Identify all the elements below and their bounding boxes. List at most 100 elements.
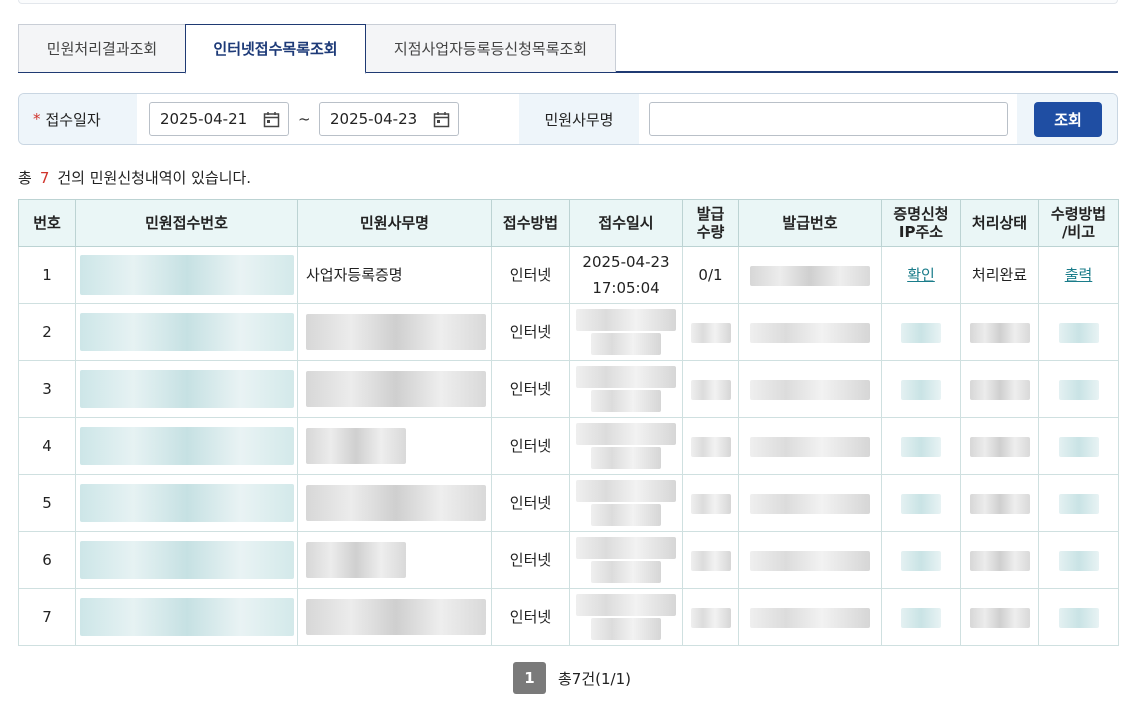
- cell-civil-name: [297, 417, 492, 475]
- cell-receipt-no: [75, 531, 298, 589]
- redacted-block: [969, 607, 1030, 628]
- redacted-block: [591, 390, 661, 412]
- redacted-block: [306, 485, 486, 521]
- table-row: 5 인터넷: [18, 474, 1119, 532]
- redacted-block: [576, 309, 676, 331]
- ip-confirm-link[interactable]: 확인: [907, 266, 935, 284]
- redacted-block: [576, 594, 676, 616]
- cell-receive: 출력: [1038, 246, 1119, 304]
- required-mark: *: [33, 110, 41, 128]
- col-header: 처리상태: [960, 199, 1039, 247]
- date-label-text: 접수일자: [45, 110, 101, 129]
- redacted-block: [901, 436, 941, 457]
- cell-ip: [881, 417, 961, 475]
- top-panel-edge: [18, 0, 1118, 4]
- redacted-block: [750, 265, 870, 286]
- redacted-block: [1058, 379, 1099, 400]
- civil-name-input[interactable]: [649, 102, 1008, 136]
- cell-receive: [1038, 531, 1119, 589]
- redacted-block: [79, 255, 294, 295]
- cell-time: 17:05:04: [592, 279, 660, 297]
- redacted-block: [1058, 550, 1099, 571]
- redacted-block: [79, 484, 294, 522]
- date-from-input[interactable]: 2025-04-21: [149, 102, 289, 136]
- calendar-icon[interactable]: [263, 111, 280, 128]
- cell-method: 인터넷: [491, 360, 570, 418]
- page-info: 총7건(1/1): [558, 669, 631, 688]
- redacted-block: [901, 607, 941, 628]
- cell-receive: [1038, 474, 1119, 532]
- col-header: 발급 수량: [682, 199, 739, 247]
- cell-civil-name: [297, 588, 492, 646]
- cell-qty: 0/1: [682, 246, 739, 304]
- redacted-block: [750, 322, 870, 343]
- redacted-block: [969, 493, 1030, 514]
- redacted-block: [79, 427, 294, 465]
- page-button-1[interactable]: 1: [513, 662, 546, 694]
- redacted-block: [79, 313, 294, 351]
- redacted-block: [750, 436, 870, 457]
- cell-issue-no: [738, 417, 882, 475]
- redacted-block: [969, 436, 1030, 457]
- cell-receipt-no: [75, 246, 298, 304]
- redacted-block: [690, 607, 731, 628]
- redacted-block: [306, 599, 486, 635]
- cell-no: 7: [18, 588, 76, 646]
- cell-status: [960, 474, 1039, 532]
- table-row: 2 인터넷: [18, 303, 1119, 361]
- cell-civil-name: [297, 474, 492, 532]
- summary-suffix: 건의 민원신청내역이 있습니다.: [57, 169, 252, 187]
- tab-internet-list[interactable]: 인터넷접수목록조회: [185, 24, 366, 74]
- header-datetime: 접수일시: [598, 214, 654, 232]
- cell-datetime: [569, 588, 683, 646]
- pagination: 1 총7건(1/1): [513, 662, 631, 694]
- date-from-value: 2025-04-21: [160, 110, 248, 128]
- header-no: 번호: [33, 214, 61, 232]
- date-range-separator: ~: [298, 110, 311, 128]
- cell-no: 6: [18, 531, 76, 589]
- redacted-block: [591, 618, 661, 640]
- cell-ip: [881, 474, 961, 532]
- cell-status: [960, 531, 1039, 589]
- tab-branch-registration[interactable]: 지점사업자등록등신청목록조회: [365, 24, 616, 72]
- cell-status: [960, 417, 1039, 475]
- redacted-block: [690, 436, 731, 457]
- calendar-icon[interactable]: [433, 111, 450, 128]
- redacted-block: [79, 370, 294, 408]
- cell-civil-name: 사업자등록증명: [297, 246, 492, 304]
- col-header: 민원사무명: [297, 199, 492, 247]
- cell-receive: [1038, 360, 1119, 418]
- cell-ip: 확인: [881, 246, 961, 304]
- cell-status: [960, 588, 1039, 646]
- cell-civil-name: [297, 303, 492, 361]
- header-ip: 증명신청 IP주소: [893, 205, 949, 241]
- search-button[interactable]: 조회: [1034, 102, 1102, 137]
- cell-method: 인터넷: [491, 303, 570, 361]
- result-summary: 총 7 건의 민원신청내역이 있습니다.: [18, 167, 251, 188]
- print-link[interactable]: 출력: [1065, 266, 1093, 284]
- date-to-value: 2025-04-23: [330, 110, 418, 128]
- cell-issue-no: [738, 303, 882, 361]
- date-to-input[interactable]: 2025-04-23: [319, 102, 459, 136]
- redacted-block: [576, 366, 676, 388]
- cell-qty: [682, 303, 739, 361]
- cell-ip: [881, 588, 961, 646]
- redacted-block: [750, 550, 870, 571]
- redacted-block: [750, 379, 870, 400]
- cell-ip: [881, 360, 961, 418]
- cell-ip: [881, 531, 961, 589]
- cell-datetime: [569, 360, 683, 418]
- cell-receipt-no: [75, 474, 298, 532]
- tab-civil-result[interactable]: 민원처리결과조회: [18, 24, 186, 72]
- header-receipt-no: 민원접수번호: [145, 214, 228, 232]
- redacted-block: [690, 322, 731, 343]
- col-header: 민원접수번호: [75, 199, 298, 247]
- redacted-block: [969, 379, 1030, 400]
- cell-method: 인터넷: [491, 417, 570, 475]
- cell-receipt-no: [75, 417, 298, 475]
- cell-datetime: 2025-04-23 17:05:04: [569, 246, 683, 304]
- header-method: 접수방법: [502, 214, 559, 232]
- cell-method: 인터넷: [491, 474, 570, 532]
- cell-civil-name: [297, 531, 492, 589]
- redacted-block: [591, 504, 661, 526]
